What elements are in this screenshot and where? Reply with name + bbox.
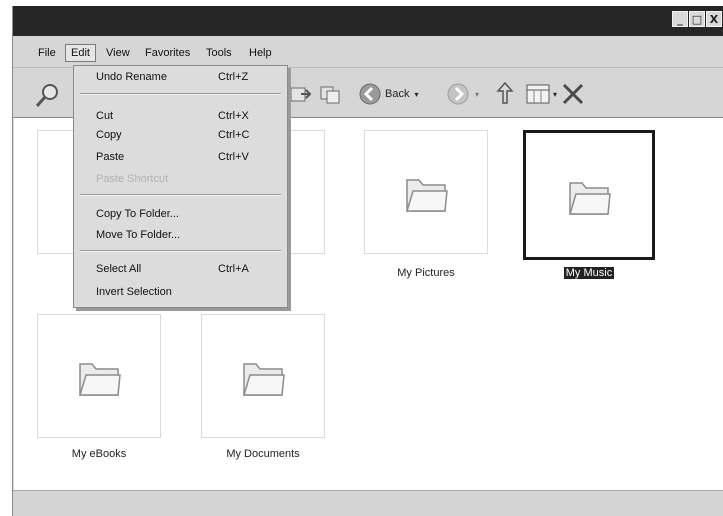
folder-label[interactable]: My Documents	[201, 448, 325, 460]
menu-move-to-folder[interactable]: Move To Folder...	[96, 227, 180, 243]
menu-edit[interactable]: Edit	[65, 44, 96, 62]
forward-button[interactable]: ▾	[446, 82, 479, 106]
forward-arrow-icon	[447, 83, 469, 105]
folder-label[interactable]: My eBooks	[37, 448, 161, 460]
folder-icon	[78, 363, 121, 396]
title-bar[interactable]: _ □ X	[13, 6, 723, 36]
menu-separator	[80, 194, 281, 196]
views-dropdown-icon[interactable]: ▾	[553, 90, 557, 99]
shortcut-paste: Ctrl+V	[218, 151, 249, 163]
menu-favorites[interactable]: Favorites	[140, 44, 195, 62]
maximize-button[interactable]: □	[689, 11, 705, 27]
views-button[interactable]: ▾	[524, 82, 557, 106]
menu-file[interactable]: File	[33, 44, 61, 62]
menu-undo-rename[interactable]: Undo Rename	[96, 69, 167, 85]
menu-copy[interactable]: Copy	[96, 127, 122, 143]
back-dropdown-icon[interactable]: ▾	[414, 90, 418, 99]
edit-menu-dropdown: Undo Rename Ctrl+Z Cut Ctrl+X Copy Ctrl+…	[73, 65, 288, 308]
menu-paste[interactable]: Paste	[96, 149, 124, 165]
shortcut-undo: Ctrl+Z	[218, 71, 249, 83]
folder-label[interactable]: My Pictures	[364, 267, 488, 279]
copy-to-icon[interactable]	[319, 83, 345, 105]
folder-my-documents[interactable]	[201, 314, 325, 438]
folder-label-wrap: My Music	[523, 267, 655, 279]
menu-cut[interactable]: Cut	[96, 108, 113, 124]
menu-select-all[interactable]: Select All	[96, 261, 141, 277]
delete-icon[interactable]	[561, 82, 585, 106]
menu-invert-selection[interactable]: Invert Selection	[96, 284, 172, 300]
folder-my-pictures[interactable]	[364, 130, 488, 254]
folder-icon	[568, 182, 611, 215]
back-arrow-icon	[359, 83, 381, 105]
forward-dropdown-icon[interactable]: ▾	[475, 90, 479, 99]
menu-copy-to-folder[interactable]: Copy To Folder...	[96, 206, 179, 222]
folder-label-selected[interactable]: My Music	[563, 267, 615, 279]
status-bar	[13, 490, 723, 516]
menu-tools[interactable]: Tools	[201, 44, 237, 62]
window-controls: _ □ X	[672, 11, 722, 27]
menu-separator	[80, 250, 281, 252]
folder-my-music[interactable]	[523, 130, 655, 260]
move-to-icon[interactable]	[289, 83, 315, 105]
shortcut-select-all: Ctrl+A	[218, 263, 249, 275]
search-icon[interactable]	[33, 82, 61, 110]
shortcut-copy: Ctrl+C	[218, 129, 250, 141]
back-label: Back	[385, 88, 410, 100]
menu-paste-shortcut: Paste Shortcut	[96, 173, 169, 185]
menu-view[interactable]: View	[101, 44, 135, 62]
menu-separator	[80, 93, 281, 95]
up-folder-icon[interactable]	[493, 81, 517, 107]
menu-bar: File Edit View Favorites Tools Help	[13, 36, 723, 68]
folder-icon	[405, 179, 448, 212]
folder-icon	[242, 363, 285, 396]
close-button[interactable]: X	[706, 11, 722, 27]
minimize-button[interactable]: _	[672, 11, 688, 27]
folder-my-ebooks[interactable]	[37, 314, 161, 438]
back-button[interactable]: Back ▾	[358, 82, 418, 106]
menu-help[interactable]: Help	[244, 44, 277, 62]
views-icon	[526, 84, 550, 104]
shortcut-cut: Ctrl+X	[218, 110, 249, 122]
